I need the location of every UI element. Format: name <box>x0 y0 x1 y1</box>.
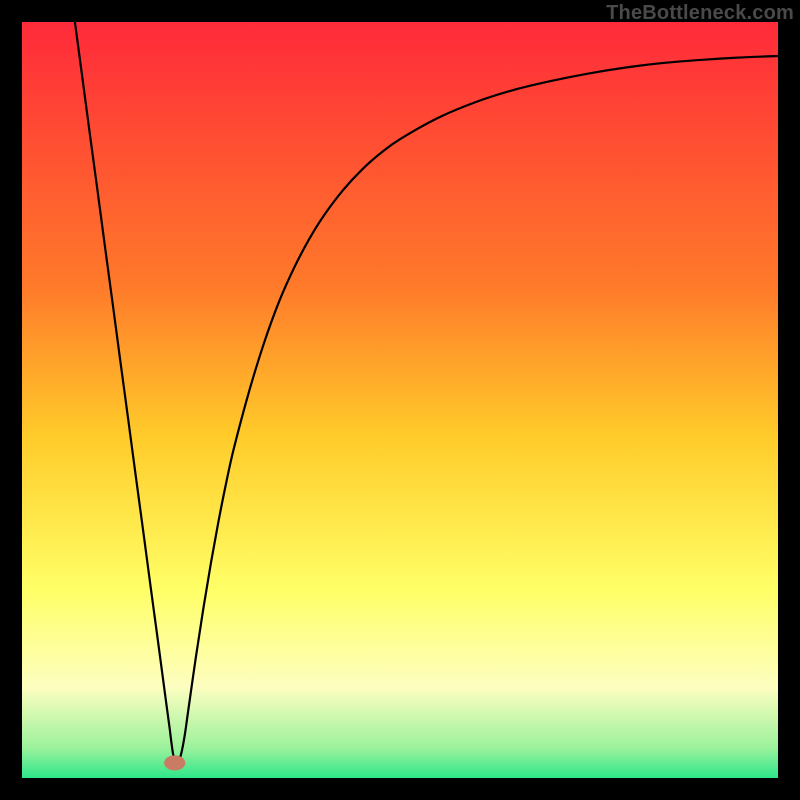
watermark-text: TheBottleneck.com <box>606 2 794 25</box>
gradient-background <box>22 22 778 778</box>
marker-dot <box>164 755 185 770</box>
plot-area <box>22 22 778 778</box>
chart-frame: TheBottleneck.com <box>0 0 800 800</box>
chart-svg <box>22 22 778 778</box>
